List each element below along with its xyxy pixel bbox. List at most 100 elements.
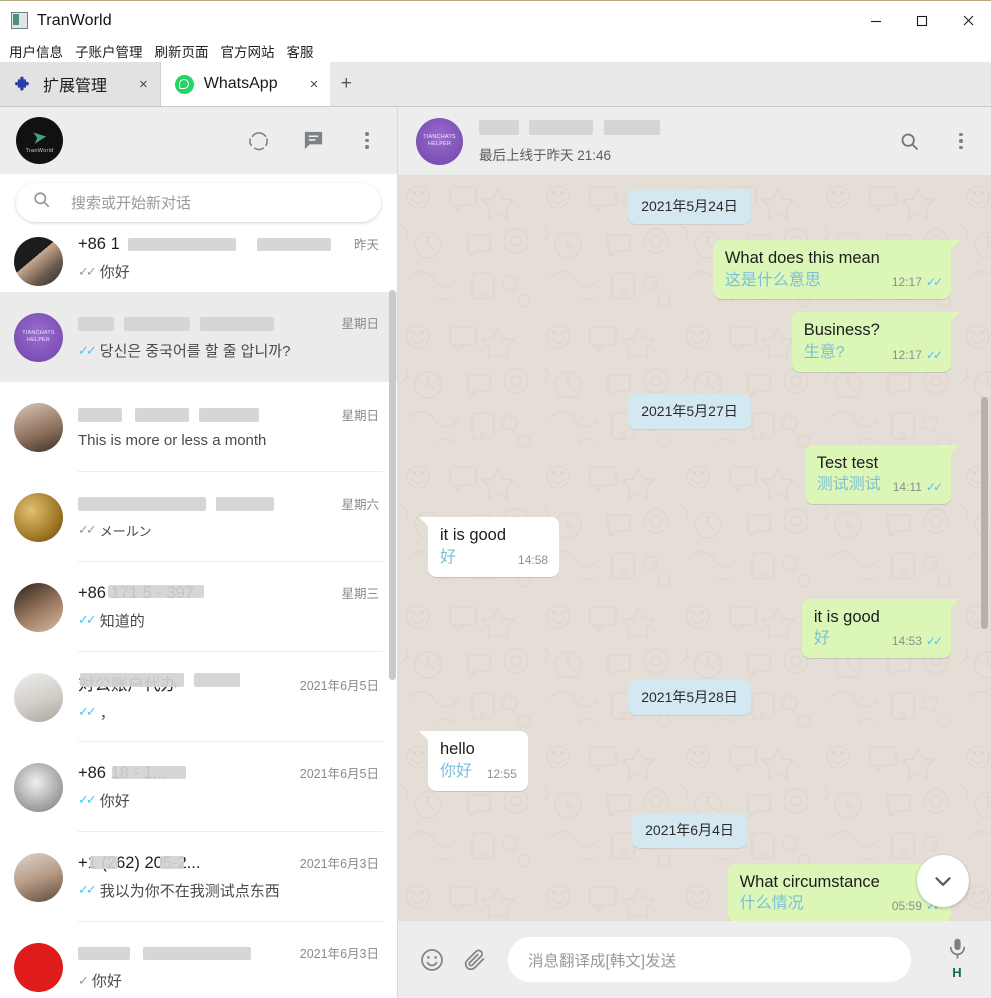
message-scroll-container: 2021年5月24日 What does this mean 这是什么意思 12… — [398, 175, 991, 921]
date-separator: 2021年5月24日 — [628, 189, 751, 224]
date-separator: 2021年5月28日 — [628, 680, 751, 716]
avatar — [14, 762, 63, 812]
message-timestamp: 14:11 — [892, 480, 922, 495]
timestamp: 2021年6月5日 — [299, 678, 379, 693]
tab-label: 扩展管理 — [43, 78, 108, 95]
search-placeholder: 搜索或开始新对话 — [71, 194, 192, 212]
chat-list[interactable]: +86 1 昨天 ✓✓ 你好 TIANCHATS HELPER 星期日 ✓✓ 당… — [0, 230, 397, 998]
new-chat-icon[interactable] — [301, 129, 325, 153]
message-translated-text: 好 — [813, 630, 830, 648]
message-timestamp: 12:55 — [486, 766, 517, 781]
message-row: it is good 好 14:58 — [418, 517, 951, 577]
window-titlebar: TranWorld — [0, 0, 991, 40]
emoji-icon[interactable] — [418, 946, 445, 973]
search-input[interactable]: 搜索或开始新对话 — [16, 182, 381, 222]
message-scrollbar[interactable] — [981, 397, 988, 629]
main-content: ➤ TranWorld 搜索或开始新对话 +86 1 昨天 ✓✓ 你好 TIAN… — [0, 107, 991, 998]
message-bubble-incoming[interactable]: it is good 好 14:58 — [418, 517, 560, 577]
microphone-icon[interactable] — [944, 935, 971, 962]
list-item[interactable]: 星期日 This is more or less a month — [0, 382, 397, 472]
conversation-pane: TIANCHATS HELPER 最后上线于昨天 21:46 2021年5月24… — [398, 107, 991, 998]
sidebar-header: ➤ TranWorld — [0, 107, 397, 174]
search-icon — [32, 190, 51, 214]
tab-close-icon[interactable]: × — [288, 76, 319, 93]
tab-close-icon[interactable]: × — [117, 76, 148, 93]
message-row: it is good 好 14:53 ✓✓ — [428, 598, 961, 659]
avatar — [14, 942, 63, 992]
avatar[interactable]: TIANCHATS HELPER — [416, 117, 463, 165]
chat-list-scrollbar[interactable] — [389, 290, 396, 680]
list-item[interactable]: TIANCHATS HELPER 星期日 ✓✓ 당신은 중국어를 할 줄 압니까… — [0, 292, 397, 382]
close-button[interactable] — [945, 1, 991, 41]
message-preview: ✓✓ 你好 — [78, 263, 130, 282]
read-receipt-icon: ✓✓ — [925, 347, 943, 362]
app-window-icon — [11, 12, 28, 29]
message-source-text: What does this mean — [724, 249, 880, 267]
message-bubble-outgoing[interactable]: What does this mean 这是什么意思 12:17 ✓✓ — [712, 240, 961, 300]
avatar: TIANCHATS HELPER — [14, 312, 63, 362]
avatar[interactable]: ➤ TranWorld — [16, 117, 63, 164]
contact-name — [78, 495, 333, 514]
list-item[interactable]: 星期六 ✓✓ メールン — [0, 472, 397, 562]
application-window: TranWorld 用户信息 子账户管理 刷新页面 官方网站 客服 扩展管理 ×… — [0, 0, 991, 998]
menu-item-support[interactable]: 客服 — [287, 41, 314, 61]
minimize-button[interactable] — [853, 1, 899, 41]
message-translated-text: 什么情况 — [739, 895, 804, 913]
sidebar-header-actions — [247, 129, 379, 153]
list-item[interactable]: +86 171 5 - 397 星期三 ✓✓ 知道的 — [0, 562, 397, 652]
message-input-placeholder: 消息翻译成[韩文]发送 — [528, 952, 677, 970]
message-source-text: Business? — [803, 321, 880, 340]
message-row: What circumstance 什么情况 05:59 ✓✓ — [428, 863, 961, 921]
message-translated-text: 这是什么意思 — [724, 271, 821, 289]
message-translated-text: 测试测试 — [816, 476, 881, 494]
message-source-text: What circumstance — [739, 872, 880, 891]
menu-icon[interactable] — [355, 129, 379, 153]
message-source-text: hello — [440, 740, 475, 759]
menu-item-user-info[interactable]: 用户信息 — [9, 41, 63, 61]
message-area[interactable]: 2021年5月24日 What does this mean 这是什么意思 12… — [398, 175, 991, 921]
avatar — [14, 582, 63, 632]
message-preview: ✓✓ 知道的 — [78, 612, 145, 630]
attachment-icon[interactable] — [461, 946, 488, 973]
list-item[interactable]: 2021年6月3日 ✓ 你好 — [0, 922, 397, 998]
message-input[interactable]: 消息翻译成[韩文]发送 — [508, 937, 911, 982]
read-receipt-icon: ✓✓ — [925, 275, 943, 290]
menu-icon[interactable] — [949, 129, 973, 153]
tab-whatsapp[interactable]: WhatsApp × — [160, 62, 331, 106]
avatar — [14, 402, 63, 452]
menu-item-subaccounts[interactable]: 子账户管理 — [75, 41, 143, 61]
conversation-contact: 最后上线于昨天 21:46 — [479, 119, 660, 164]
contact-name: +86 1 — [78, 235, 346, 254]
list-item[interactable]: 对公账户代办 2021年6月5日 ✓✓ ， — [0, 652, 397, 742]
message-preview: ✓✓ 你好 — [78, 792, 130, 810]
contact-name — [479, 119, 660, 137]
list-item[interactable]: +86 1 昨天 ✓✓ 你好 — [0, 230, 397, 292]
message-timestamp: 05:59 — [891, 898, 922, 913]
message-bubble-outgoing[interactable]: it is good 好 14:53 ✓✓ — [801, 598, 961, 659]
message-preview: ✓✓ ， — [78, 704, 115, 722]
search-bar: 搜索或开始新对话 — [0, 174, 397, 230]
new-tab-button[interactable]: + — [330, 62, 362, 106]
message-bubble-incoming[interactable]: hello 你好 12:55 — [419, 731, 528, 791]
search-icon[interactable] — [897, 129, 921, 153]
contact-name: +86 171 5 - 397 — [78, 584, 333, 603]
maximize-button[interactable] — [899, 1, 945, 41]
menu-item-refresh[interactable]: 刷新页面 — [155, 41, 209, 61]
list-item[interactable]: +1 (262) 205-2... 2021年6月3日 ✓✓ 我以为你不在我测试… — [0, 832, 397, 922]
paper-plane-icon: ➤ — [30, 125, 49, 148]
timestamp: 2021年6月5日 — [299, 766, 379, 781]
message-row: Business? 生意? 12:17 ✓✓ — [428, 312, 961, 372]
scroll-to-bottom-button[interactable] — [917, 855, 969, 907]
language-badge[interactable]: H — [952, 965, 961, 980]
status-icon[interactable] — [247, 129, 271, 153]
message-bubble-outgoing[interactable]: Test test 测试测试 14:11 ✓✓ — [804, 444, 961, 505]
puzzle-icon — [14, 75, 33, 94]
message-timestamp: 14:58 — [518, 552, 549, 567]
contact-name: +1 (262) 205-2... — [78, 853, 201, 872]
message-bubble-outgoing[interactable]: Business? 生意? 12:17 ✓✓ — [791, 312, 961, 372]
message-preview: This is more or less a month — [78, 431, 267, 449]
menu-item-official-site[interactable]: 官方网站 — [221, 41, 275, 61]
message-row: hello 你好 12:55 — [419, 731, 951, 791]
list-item[interactable]: +86 18 - 1... 2021年6月5日 ✓✓ 你好 — [0, 742, 397, 832]
tab-extensions[interactable]: 扩展管理 × — [0, 62, 161, 106]
